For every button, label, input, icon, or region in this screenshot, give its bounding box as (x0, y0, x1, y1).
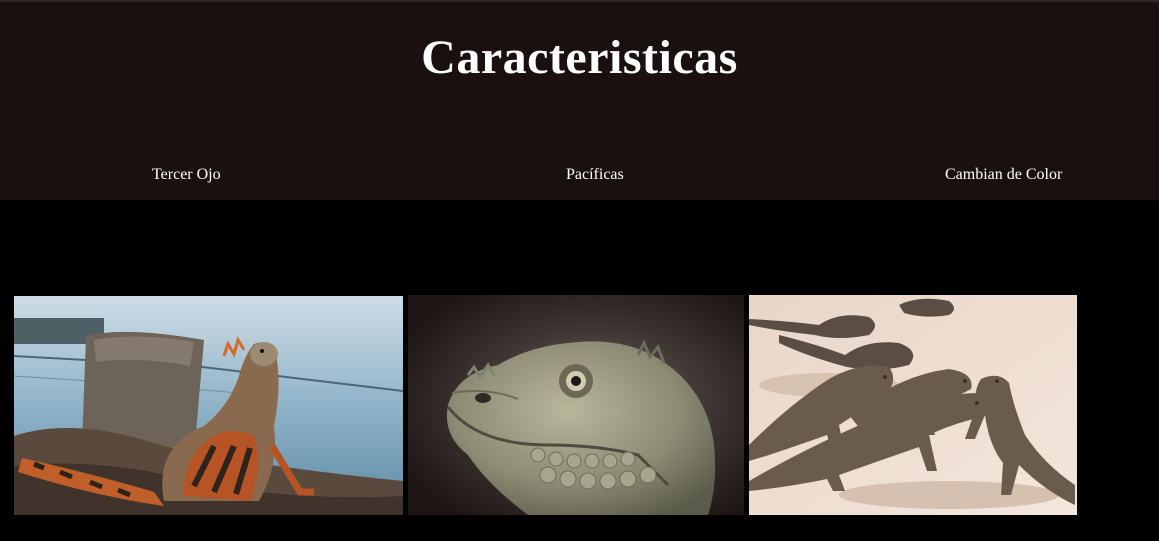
iguanas-beach-photo (749, 295, 1077, 515)
page-title: Caracteristicas (421, 31, 738, 84)
nav-link-tercer-ojo[interactable]: Tercer Ojo (152, 166, 221, 184)
iguana-rocks-photo (14, 296, 403, 515)
nav-link-cambian-de-color[interactable]: Cambian de Color (945, 166, 1062, 184)
nav-link-pacificas[interactable]: Pacíficas (566, 166, 624, 184)
iguana-head-photo (408, 295, 744, 515)
page-header: Caracteristicas Tercer Ojo Pacíficas Cam… (0, 0, 1159, 200)
